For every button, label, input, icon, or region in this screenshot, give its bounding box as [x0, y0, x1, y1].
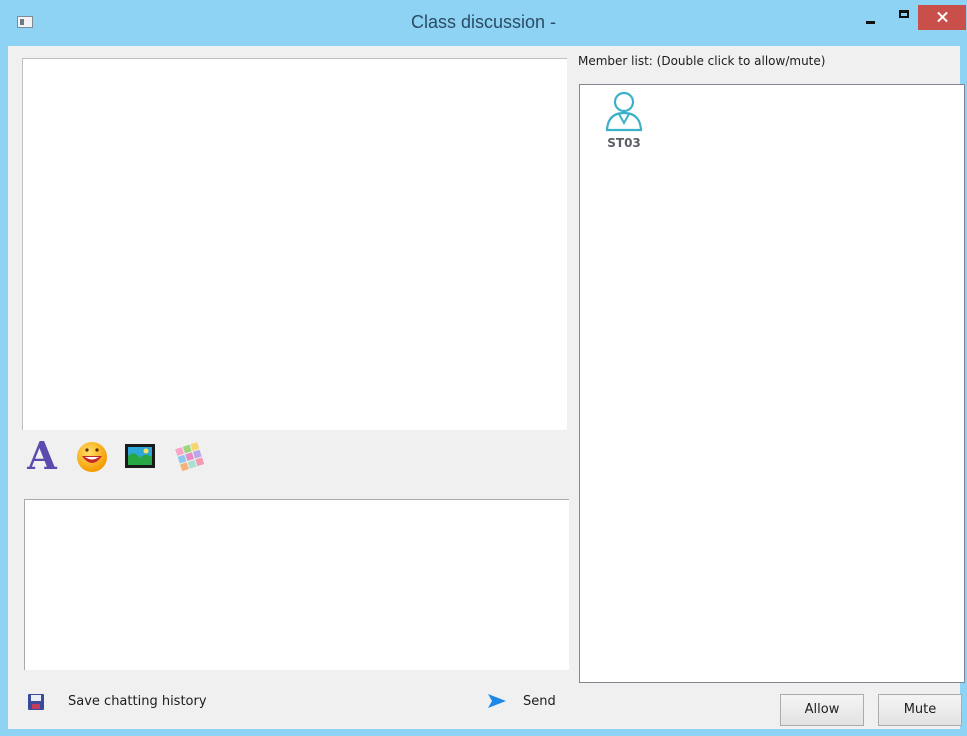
window-title: Class discussion -: [410, 12, 557, 32]
member-list[interactable]: ST03: [579, 84, 965, 683]
emoji-icon[interactable]: [74, 438, 110, 474]
save-icon: [28, 694, 44, 710]
font-icon[interactable]: A: [24, 437, 60, 475]
send-label: Send: [523, 694, 556, 709]
title-bar[interactable]: Class discussion -: [0, 0, 967, 46]
client-area: A Save chatting history Send Member list…: [8, 46, 965, 729]
save-history-button[interactable]: Save chatting history: [22, 686, 212, 716]
save-history-label: Save chatting history: [68, 694, 207, 709]
message-input[interactable]: [24, 499, 569, 670]
image-icon[interactable]: [122, 438, 158, 474]
member-item[interactable]: ST03: [602, 89, 646, 150]
close-button[interactable]: [918, 5, 966, 30]
chat-window: Class discussion - A Save chatting histo…: [0, 0, 967, 736]
user-icon: [605, 91, 643, 132]
send-icon: [488, 694, 506, 708]
maximize-button[interactable]: [892, 6, 918, 30]
member-list-caption: Member list: (Double click to allow/mute…: [578, 54, 826, 68]
member-name: ST03: [607, 136, 641, 150]
minimize-button[interactable]: [858, 6, 884, 30]
chat-history-pane[interactable]: [22, 58, 567, 430]
allow-button[interactable]: Allow: [780, 694, 864, 726]
palette-icon[interactable]: [172, 438, 208, 474]
mute-button[interactable]: Mute: [878, 694, 962, 726]
send-button[interactable]: Send: [482, 686, 562, 716]
